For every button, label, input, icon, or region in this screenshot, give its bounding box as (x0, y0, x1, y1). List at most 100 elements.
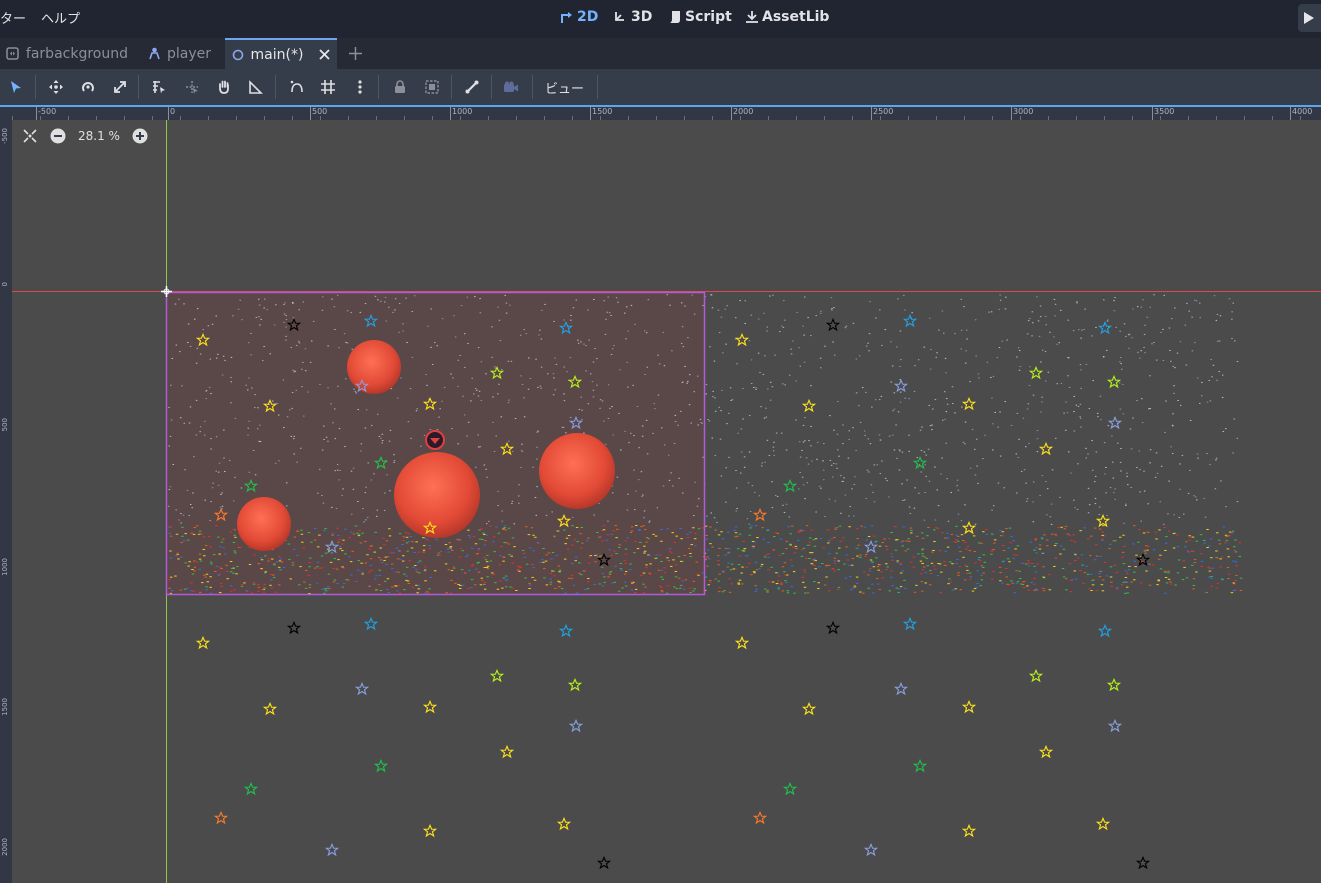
star-sprite[interactable] (490, 669, 504, 682)
star-sprite[interactable] (903, 617, 917, 630)
star-sprite[interactable] (735, 636, 749, 649)
star-sprite[interactable] (500, 745, 514, 758)
speckle (576, 541, 579, 543)
player-sprite[interactable] (425, 430, 445, 450)
skeleton-button[interactable] (461, 76, 483, 98)
star-sprite[interactable] (864, 843, 878, 856)
star-sprite[interactable] (1136, 553, 1150, 566)
workspace-assetlib-button[interactable]: AssetLib (745, 9, 829, 25)
star-sprite[interactable] (1107, 678, 1121, 691)
tab-farbackground[interactable]: farbackground (0, 38, 134, 69)
star-sprite[interactable] (263, 702, 277, 715)
star-sprite[interactable] (1098, 321, 1112, 334)
star-sprite[interactable] (864, 540, 878, 553)
star-sprite[interactable] (374, 759, 388, 772)
star-sprite[interactable] (423, 824, 437, 837)
star-sprite[interactable] (1108, 416, 1122, 429)
star-sprite[interactable] (913, 759, 927, 772)
star-sprite[interactable] (802, 702, 816, 715)
star-sprite[interactable] (826, 621, 840, 634)
close-icon[interactable] (317, 48, 331, 62)
star-sprite[interactable] (557, 817, 571, 830)
star-sprite[interactable] (1108, 719, 1122, 732)
canvas-viewport[interactable] (12, 120, 1321, 883)
star-sprite[interactable] (244, 782, 258, 795)
workspace-2d-button[interactable]: 2D (560, 9, 598, 25)
camera-override-button[interactable] (500, 76, 522, 98)
group-button[interactable] (421, 76, 443, 98)
play-button[interactable] (1298, 4, 1321, 32)
star-sprite[interactable] (1029, 669, 1043, 682)
star-sprite[interactable] (1107, 375, 1121, 388)
star-sprite[interactable] (423, 700, 437, 713)
star-sprite[interactable] (1098, 624, 1112, 637)
snap-options-button[interactable] (349, 76, 371, 98)
star-sprite[interactable] (783, 479, 797, 492)
pivot-tool-button[interactable] (181, 76, 203, 98)
star-sprite[interactable] (569, 719, 583, 732)
star-sprite[interactable] (753, 811, 767, 824)
tab-main[interactable]: main(*) (225, 38, 337, 69)
star-sprite[interactable] (325, 843, 339, 856)
star-sprite[interactable] (355, 682, 369, 695)
star-sprite[interactable] (962, 824, 976, 837)
tab-player[interactable]: player (141, 38, 219, 69)
moon-small[interactable] (347, 340, 401, 394)
move-tool-button[interactable] (45, 76, 67, 98)
rotate-tool-button[interactable] (77, 76, 99, 98)
star-sprite[interactable] (1029, 366, 1043, 379)
lock-button[interactable] (389, 76, 411, 98)
star-sprite[interactable] (1136, 856, 1150, 869)
moon-medium[interactable] (539, 433, 615, 509)
star-sprite[interactable] (287, 621, 301, 634)
star-sprite[interactable] (214, 811, 228, 824)
moon-large[interactable] (394, 452, 480, 538)
star-sprite[interactable] (1039, 745, 1053, 758)
star-sprite[interactable] (1096, 514, 1110, 527)
pan-tool-button[interactable] (213, 76, 235, 98)
moon-bottom-left[interactable] (237, 497, 291, 551)
speckle (509, 304, 511, 306)
speckle (380, 437, 382, 439)
zoom-level[interactable]: 28.1 % (78, 129, 120, 143)
speckle (744, 322, 746, 324)
star-sprite[interactable] (753, 508, 767, 521)
star-sprite[interactable] (1096, 817, 1110, 830)
view-menu-button[interactable]: ビュー (545, 78, 584, 97)
star-sprite[interactable] (597, 856, 611, 869)
scene-canvas[interactable] (12, 120, 1321, 883)
menu-scene[interactable]: ター (0, 8, 26, 27)
star-sprite[interactable] (962, 397, 976, 410)
star-sprite[interactable] (894, 379, 908, 392)
star-sprite[interactable] (903, 314, 917, 327)
workspace-3d-button[interactable]: 3D (614, 9, 652, 25)
select-tool-button[interactable] (5, 76, 27, 98)
grid-snap-button[interactable] (317, 76, 339, 98)
list-select-button[interactable] (148, 76, 170, 98)
star-sprite[interactable] (783, 782, 797, 795)
workspace-script-button[interactable]: Script (668, 9, 732, 25)
speckle (929, 572, 933, 574)
scale-tool-button[interactable] (109, 76, 131, 98)
star-sprite[interactable] (735, 333, 749, 346)
star-sprite[interactable] (1039, 442, 1053, 455)
star-sprite[interactable] (962, 700, 976, 713)
speckle (215, 315, 217, 317)
star-sprite[interactable] (568, 678, 582, 691)
zoom-out-button[interactable] (50, 128, 66, 144)
ruler-tool-button[interactable] (245, 76, 267, 98)
star-sprite[interactable] (559, 624, 573, 637)
zoom-in-button[interactable] (132, 128, 148, 144)
speckle (647, 538, 650, 540)
add-tab-button[interactable] (343, 38, 367, 69)
star-sprite[interactable] (826, 318, 840, 331)
star-sprite[interactable] (196, 636, 210, 649)
speckle (179, 589, 182, 591)
zoom-reset-button[interactable] (22, 128, 38, 144)
smart-snap-button[interactable] (286, 76, 308, 98)
star-sprite[interactable] (913, 456, 927, 469)
star-sprite[interactable] (894, 682, 908, 695)
star-sprite[interactable] (364, 617, 378, 630)
menu-help[interactable]: ヘルプ (41, 8, 80, 27)
star-sprite[interactable] (802, 399, 816, 412)
